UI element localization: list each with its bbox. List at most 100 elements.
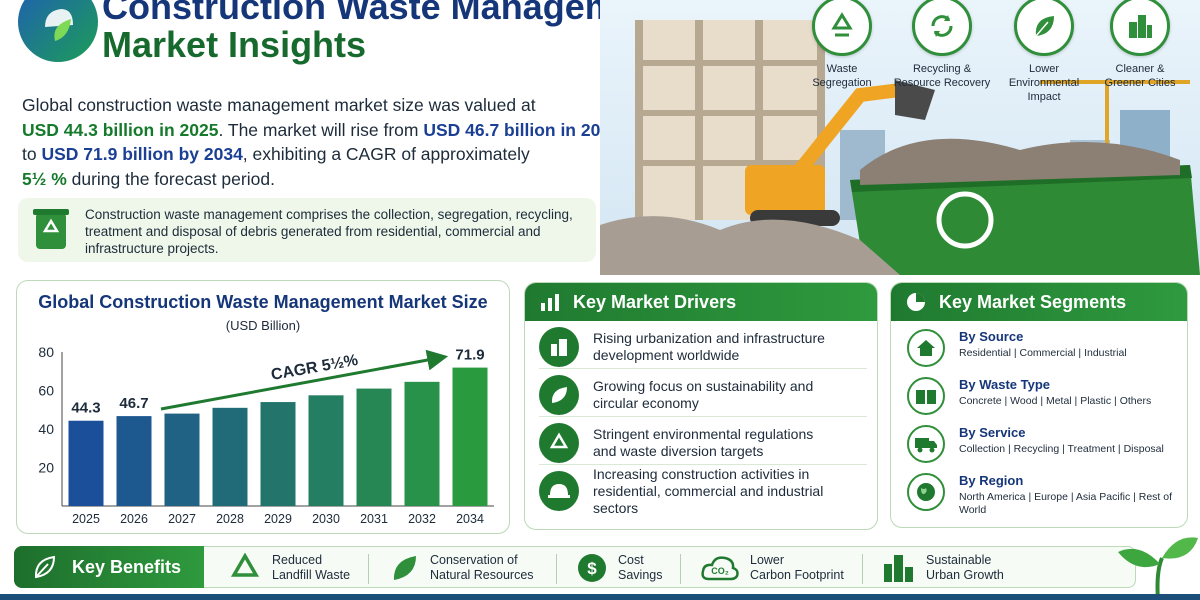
feature-label: Resource Recovery [893,77,991,89]
intro-text: during the forecast period. [66,168,275,189]
segment-values: Collection | Recycling | Treatment | Dis… [959,443,1164,455]
driver-item: Increasing construction activities in res… [539,465,867,516]
benefits-title: Key Benefits [72,556,182,577]
recycle-icon [230,553,260,577]
feature-label: Recycling & [912,63,972,75]
truck-icon [907,425,945,463]
benefit-text: Natural Resources [430,568,534,582]
benefit-text: Sustainable [926,553,992,567]
segment-title: By Service [959,425,1026,440]
driver-text: and waste diversion targets [593,442,764,459]
leaf-helmet-icon [45,9,73,41]
benefit-text: Urban Growth [926,568,1004,582]
helmet-icon [539,471,579,511]
recycle-icon [812,0,872,56]
bar-2032 [404,381,440,506]
divider [368,554,369,584]
bar-2027 [164,413,200,506]
market-size-bar-chart: 20 40 60 80 2025 44.3 2026 46.7 2027 2028 2029 203… [38,344,494,526]
divider [862,554,863,584]
bar-2034 [452,367,488,506]
driver-text: Stringent environmental regulations [593,425,814,442]
feature-label: Cleaner & [1115,63,1165,75]
segment-values: North America | Europe | Asia Pacific | … [959,491,1173,516]
bar-2028 [212,407,248,506]
leaf-icon [539,374,579,415]
benefit-text: Lower [750,553,785,567]
page-title-line2: Market Insights [102,24,367,65]
x-tick-label: 2030 [312,512,340,526]
recycle-icon [539,422,579,463]
segments-header: Key Market Segments [891,283,1187,321]
footer-strip [0,594,1200,600]
driver-text: Rising urbanization and infrastructure [593,329,825,346]
value-2026: USD 46.7 billion in 2026 [423,119,620,140]
bar-2029 [260,402,296,506]
bar-chart-icon [541,294,559,311]
cagr-label: CAGR 5½% [270,352,360,384]
driver-text: residential, commercial and industrial s… [593,482,824,516]
segment-title: By Region [959,473,1024,488]
intro-text: . The market will rise from [218,119,424,140]
feature-label: Waste [826,63,858,75]
benefit-text: Landfill Waste [272,568,351,582]
market-drivers-panel: Key Market Drivers Rising urbanization a… [524,282,878,530]
chart-subtitle: (USD Billion) [225,318,301,333]
y-tick-label: 40 [38,421,54,437]
intro-text: Global construction waste management mar… [22,95,536,115]
segment-item: By Region North America | Europe | Asia … [905,469,1177,516]
value-2034: USD 71.9 billion by 2034 [41,144,243,164]
segment-item: By Service Collection | Recycling | Trea… [905,421,1177,467]
logo-badge [18,0,98,62]
segment-values: Residential | Commercial | Industrial [959,347,1127,359]
refresh-icon [912,0,972,56]
benefit-text: Carbon Footprint [750,568,844,582]
feature-greener-cities: Cleaner & Greener Cities [1090,0,1190,90]
bar-2031 [356,388,392,506]
feature-waste-segregation: Waste Segregation [792,0,892,90]
y-tick-label: 60 [38,383,54,399]
benefit-text: Cost [618,553,644,567]
x-tick-label: 2029 [264,512,292,526]
benefit-text: Conservation of [430,553,518,567]
leaf-icon [1014,0,1074,56]
globe-icon [907,473,945,511]
data-label: 44.3 [71,400,100,417]
leaf-icon [34,555,56,579]
intro-text: , exhibiting a CAGR of approximately [242,144,530,164]
data-label: 71.9 [455,347,484,364]
market-segments-panel: Key Market Segments By Source Residentia… [890,282,1188,528]
feature-environmental-impact: Lower Environmental Impact [994,0,1094,104]
benefit-item: Reduced Landfill Waste [228,552,350,584]
key-benefits-tab: Key Benefits [14,546,204,588]
leaf-icon [393,556,416,580]
definition-text: Construction waste management comprises … [85,207,573,256]
x-tick-label: 2028 [216,512,244,526]
bins-icon [907,377,945,415]
segment-item: By Source Residential | Commercial | Ind… [905,325,1177,371]
drivers-header: Key Market Drivers [525,283,877,321]
segments-title: Key Market Segments [939,291,1127,312]
x-tick-label: 2026 [120,512,148,526]
divider [680,554,681,584]
svg-text:$: $ [587,559,597,578]
feature-label: Impact [1027,91,1061,103]
benefit-item: $ Cost Savings [576,552,662,584]
driver-text: Increasing construction activities in [593,465,810,482]
benefit-item: Sustainable Urban Growth [882,552,1004,584]
svg-text:CO₂: CO₂ [711,566,729,576]
benefit-item: CO₂ Lower Carbon Footprint [700,552,844,584]
bar-2030 [308,395,344,506]
benefit-text: Savings [618,568,663,582]
recycle-bin-icon [33,209,69,249]
y-tick-label: 20 [38,460,54,476]
benefit-text: Reduced [272,553,323,567]
driver-item: Growing focus on sustainability and circu… [539,373,867,417]
dollar-icon: $ [578,554,606,582]
driver-item: Stringent environmental regulations and w… [539,421,867,465]
data-label: 46.7 [119,395,148,412]
intro-text: to [22,144,42,164]
bar-2025 [68,420,104,506]
driver-text: development worldwide [593,346,740,363]
segment-title: By Waste Type [959,377,1051,392]
